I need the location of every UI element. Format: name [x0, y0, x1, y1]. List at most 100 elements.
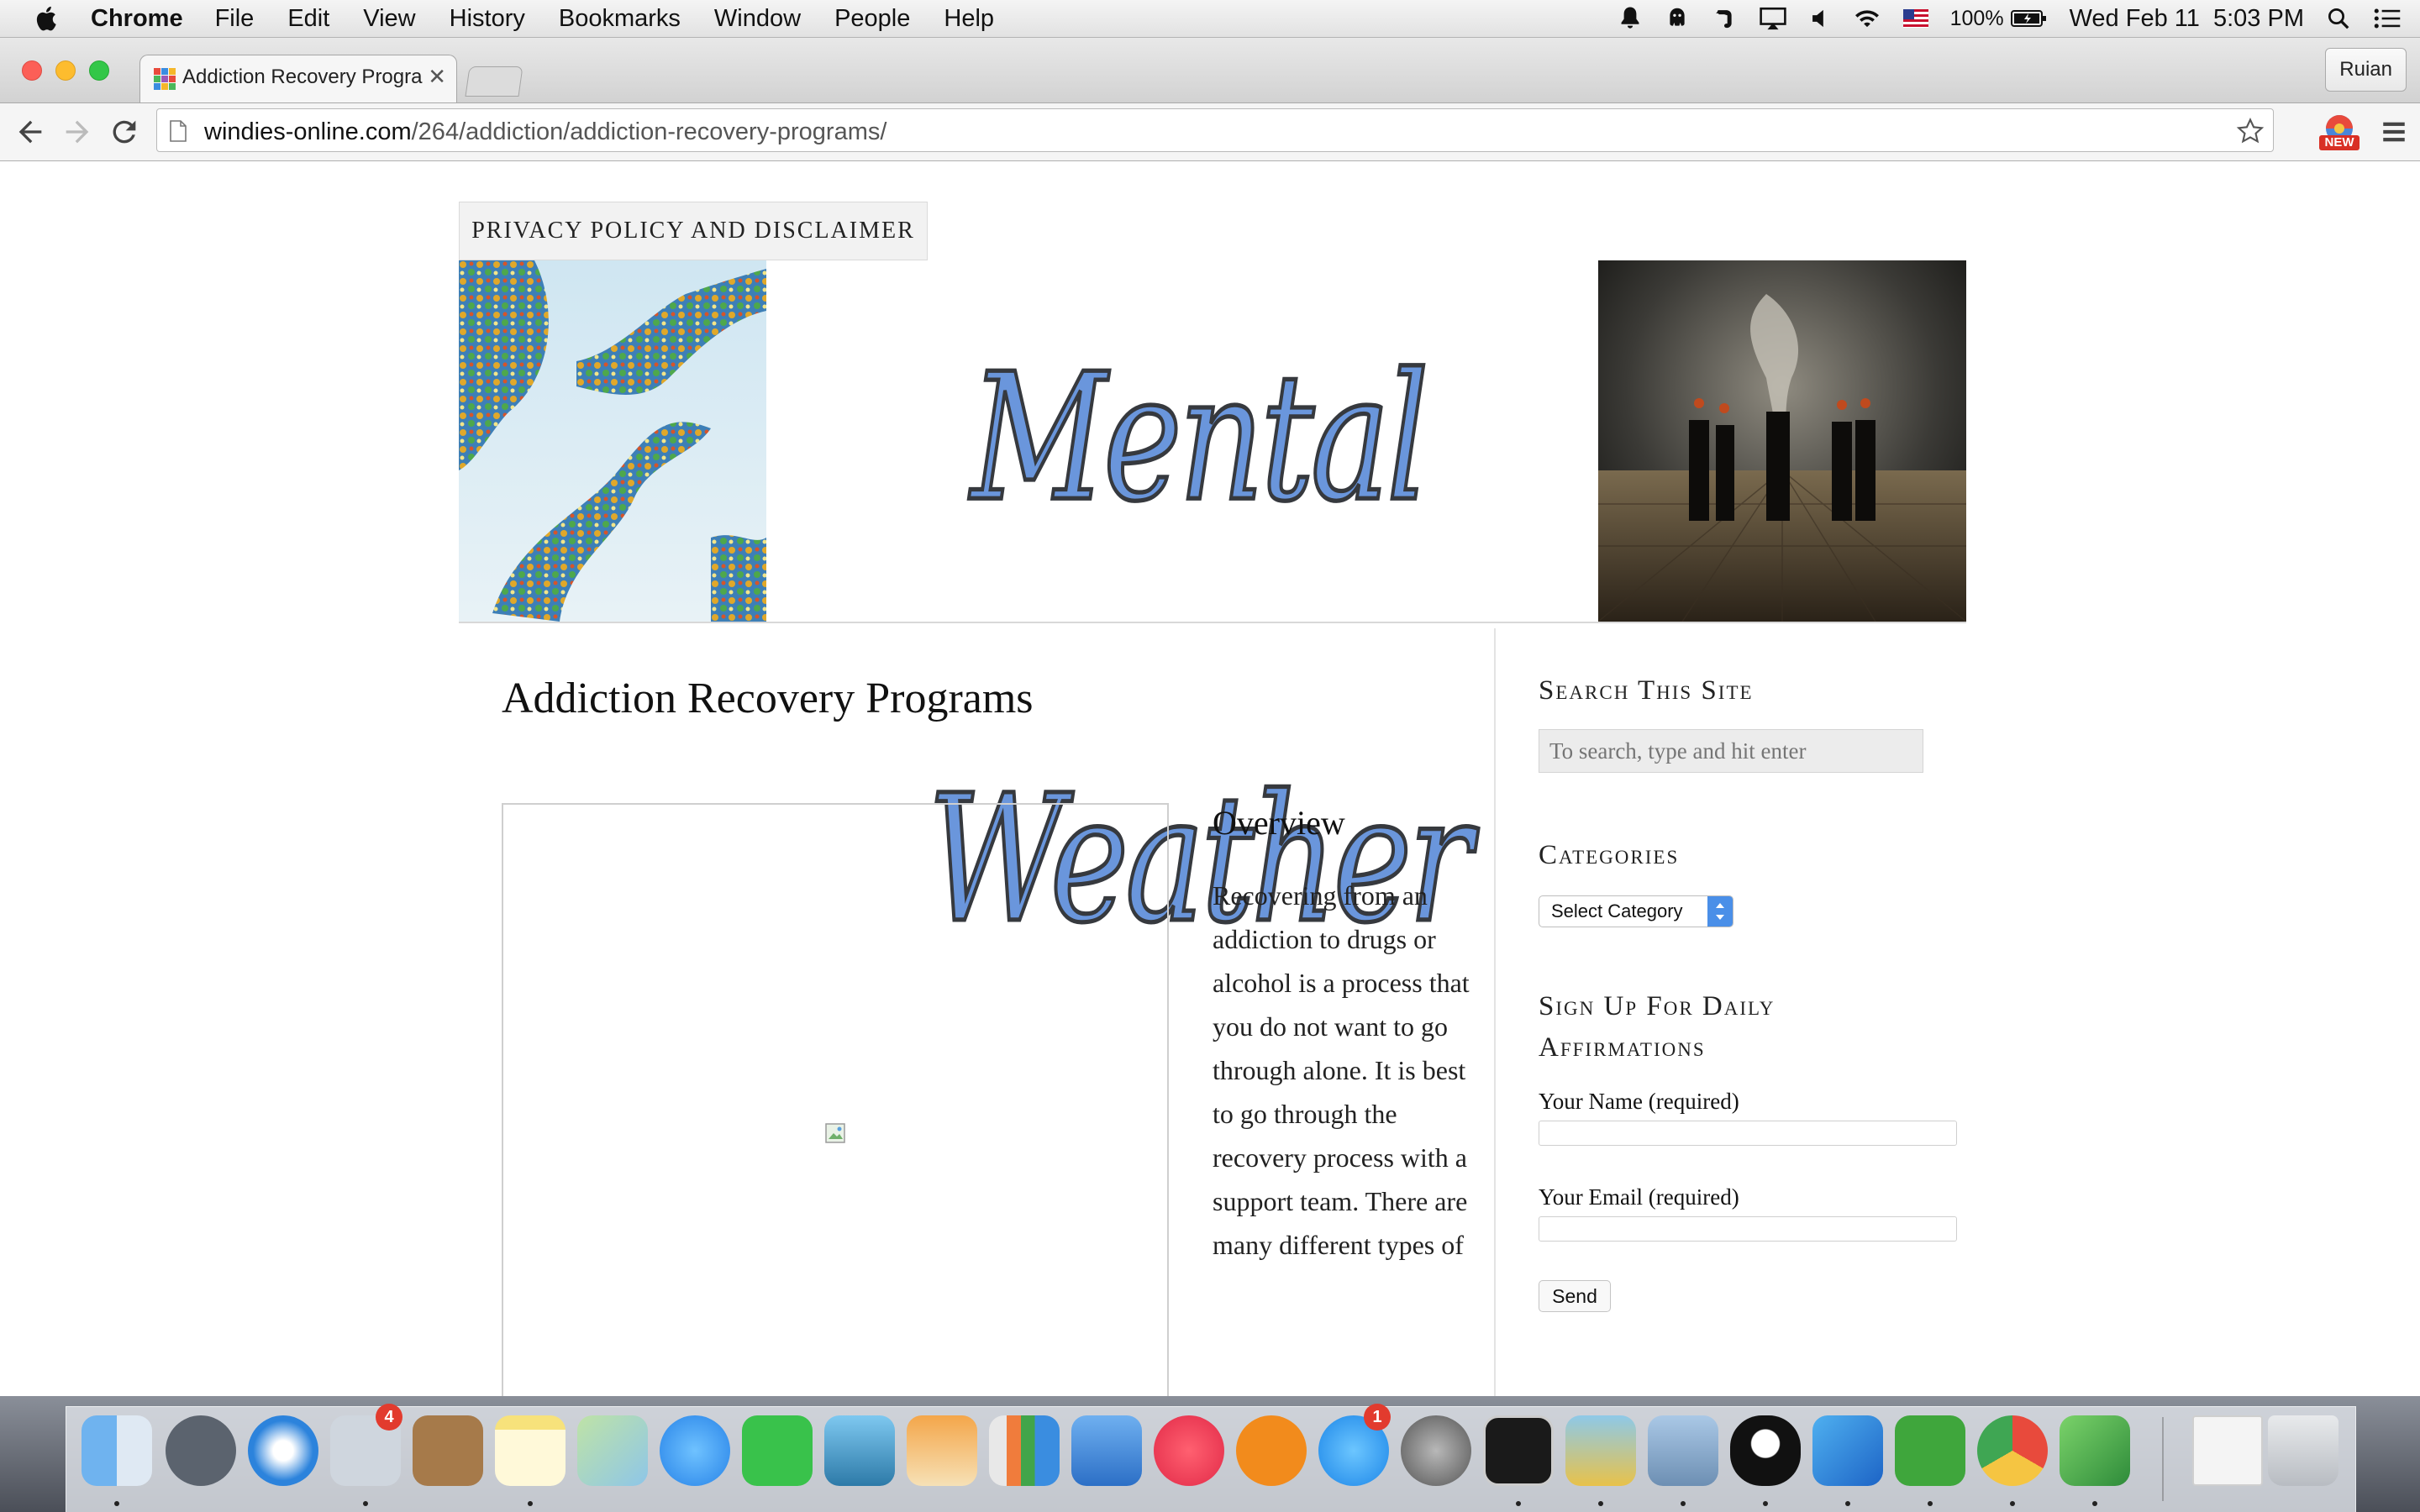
select-arrows-icon — [1707, 896, 1733, 927]
new-tab-button[interactable] — [465, 66, 523, 97]
back-arrow-icon[interactable] — [13, 115, 47, 149]
ibooks-icon[interactable] — [1236, 1415, 1307, 1486]
running-indicator — [1681, 1501, 1686, 1506]
macos-menu-bar: Chrome File Edit View History Bookmarks … — [0, 0, 2420, 38]
running-indicator — [2092, 1501, 2097, 1506]
menu-edit[interactable]: Edit — [287, 5, 329, 33]
maps-icon[interactable] — [577, 1415, 648, 1486]
running-indicator — [1598, 1501, 1603, 1506]
browser-tab-strip: Addiction Recovery Progra ✕ Ruian — [0, 38, 2420, 103]
preview-icon[interactable] — [1648, 1415, 1718, 1486]
cyberduck-icon[interactable] — [1565, 1415, 1636, 1486]
keynote-icon[interactable] — [1071, 1415, 1142, 1486]
menu-history[interactable]: History — [450, 5, 525, 33]
menu-view[interactable]: View — [363, 5, 415, 33]
menu-window[interactable]: Window — [714, 5, 801, 33]
wifi-icon[interactable] — [1853, 7, 1881, 30]
notification-bell-icon[interactable] — [1618, 5, 1643, 32]
messages-icon[interactable] — [660, 1415, 730, 1486]
spotlight-search-icon[interactable] — [2326, 6, 2351, 31]
numbers-icon[interactable] — [989, 1415, 1060, 1486]
macos-dock: 4 1 — [66, 1404, 2356, 1512]
excel-icon[interactable] — [2060, 1415, 2130, 1486]
email-input[interactable] — [1539, 1216, 1957, 1242]
site-logo-title[interactable]: Mental Weather — [812, 228, 1585, 964]
evernote-icon[interactable] — [1895, 1415, 1965, 1486]
window-minimize-button[interactable] — [55, 60, 76, 81]
facetime-icon[interactable] — [742, 1415, 813, 1486]
contacts-icon[interactable] — [413, 1415, 483, 1486]
evernote-helper-icon[interactable] — [1712, 5, 1737, 32]
running-indicator — [114, 1501, 119, 1506]
qq-icon[interactable] — [1730, 1415, 1801, 1486]
mail-badge: 4 — [376, 1404, 402, 1431]
itunes-icon[interactable] — [1154, 1415, 1224, 1486]
chrome-menu-icon[interactable] — [2380, 118, 2408, 146]
launchpad-icon[interactable] — [166, 1415, 236, 1486]
tab-close-icon[interactable]: ✕ — [428, 64, 446, 90]
name-field-label: Your Name (required) — [1539, 1089, 1739, 1114]
word-icon[interactable] — [1812, 1415, 1883, 1486]
running-indicator — [528, 1501, 533, 1506]
pages-icon[interactable] — [907, 1415, 977, 1486]
url-host: windies-online.com — [204, 118, 412, 145]
bookmark-star-icon[interactable] — [2236, 117, 2265, 145]
dock-separator — [2162, 1417, 2164, 1501]
extension-badge: NEW — [2324, 135, 2354, 150]
running-indicator — [1845, 1501, 1850, 1506]
airplay-icon[interactable] — [1759, 6, 1787, 31]
post-body-text: Recovering from an addiction to drugs or… — [1213, 880, 1470, 1260]
content-sidebar-divider — [1494, 628, 1496, 1396]
window-close-button[interactable] — [22, 60, 42, 81]
running-indicator — [1763, 1501, 1768, 1506]
browser-toolbar: windies-online.com/264/addiction/addicti… — [0, 103, 2420, 161]
chrome-icon[interactable] — [1977, 1415, 2048, 1486]
profile-button[interactable]: Ruian — [2325, 48, 2407, 92]
reload-icon[interactable] — [108, 115, 141, 149]
url-path: /264/addiction/addiction-recovery-progra… — [411, 118, 887, 145]
send-button[interactable]: Send — [1539, 1280, 1611, 1312]
trash-icon[interactable] — [2268, 1415, 2338, 1486]
post-image-frame — [502, 803, 1169, 1396]
volume-icon[interactable] — [1809, 7, 1831, 30]
forward-arrow-icon[interactable] — [60, 115, 94, 149]
notes-icon[interactable] — [495, 1415, 566, 1486]
categories-widget-title: Categories — [1539, 840, 1680, 870]
menu-file[interactable]: File — [215, 5, 255, 33]
search-input[interactable] — [1539, 729, 1923, 773]
finder-icon[interactable] — [82, 1415, 152, 1486]
site-header-banner[interactable]: Mental Weather — [459, 260, 1966, 964]
battery-percent[interactable]: 100% — [1950, 7, 2004, 31]
menu-help[interactable]: Help — [944, 5, 994, 33]
site-favicon-icon — [154, 68, 176, 90]
post-title[interactable]: Addiction Recovery Programs — [502, 674, 1034, 723]
running-indicator — [2010, 1501, 2015, 1506]
us-flag-icon[interactable] — [1902, 9, 1928, 28]
app-store-badge: 1 — [1364, 1404, 1391, 1431]
menu-bar-clock[interactable]: Wed Feb 11 5:03 PM — [2070, 5, 2304, 33]
address-bar[interactable]: windies-online.com/264/addiction/addicti… — [156, 108, 2274, 152]
photos-icon[interactable] — [824, 1415, 895, 1486]
url-text[interactable]: windies-online.com/264/addiction/addicti… — [204, 118, 886, 146]
active-browser-tab[interactable]: Addiction Recovery Progra ✕ — [139, 55, 457, 102]
running-indicator — [1516, 1501, 1521, 1506]
window-zoom-button[interactable] — [89, 60, 109, 81]
menu-bookmarks[interactable]: Bookmarks — [559, 5, 681, 33]
search-widget-title: Search This Site — [1539, 675, 1754, 706]
menu-people[interactable]: People — [834, 5, 910, 33]
category-select-dropdown[interactable]: Select Category — [1539, 895, 1733, 927]
extension-new-icon[interactable]: NEW — [2317, 112, 2361, 152]
banner-psychedelic-art — [459, 260, 766, 622]
system-preferences-icon[interactable] — [1401, 1415, 1471, 1486]
terminal-icon[interactable] — [1483, 1415, 1554, 1486]
menu-app-name[interactable]: Chrome — [91, 5, 183, 33]
safari-icon[interactable] — [248, 1415, 318, 1486]
document-icon[interactable] — [2192, 1415, 2263, 1486]
battery-icon[interactable] — [2010, 8, 2048, 29]
growl-icon[interactable] — [1665, 5, 1690, 32]
notification-center-icon[interactable] — [2373, 7, 2402, 30]
page-info-icon[interactable] — [169, 120, 187, 142]
name-input[interactable] — [1539, 1121, 1957, 1146]
section-heading-overview: Overview — [1213, 804, 1345, 842]
apple-icon[interactable] — [32, 3, 62, 34]
